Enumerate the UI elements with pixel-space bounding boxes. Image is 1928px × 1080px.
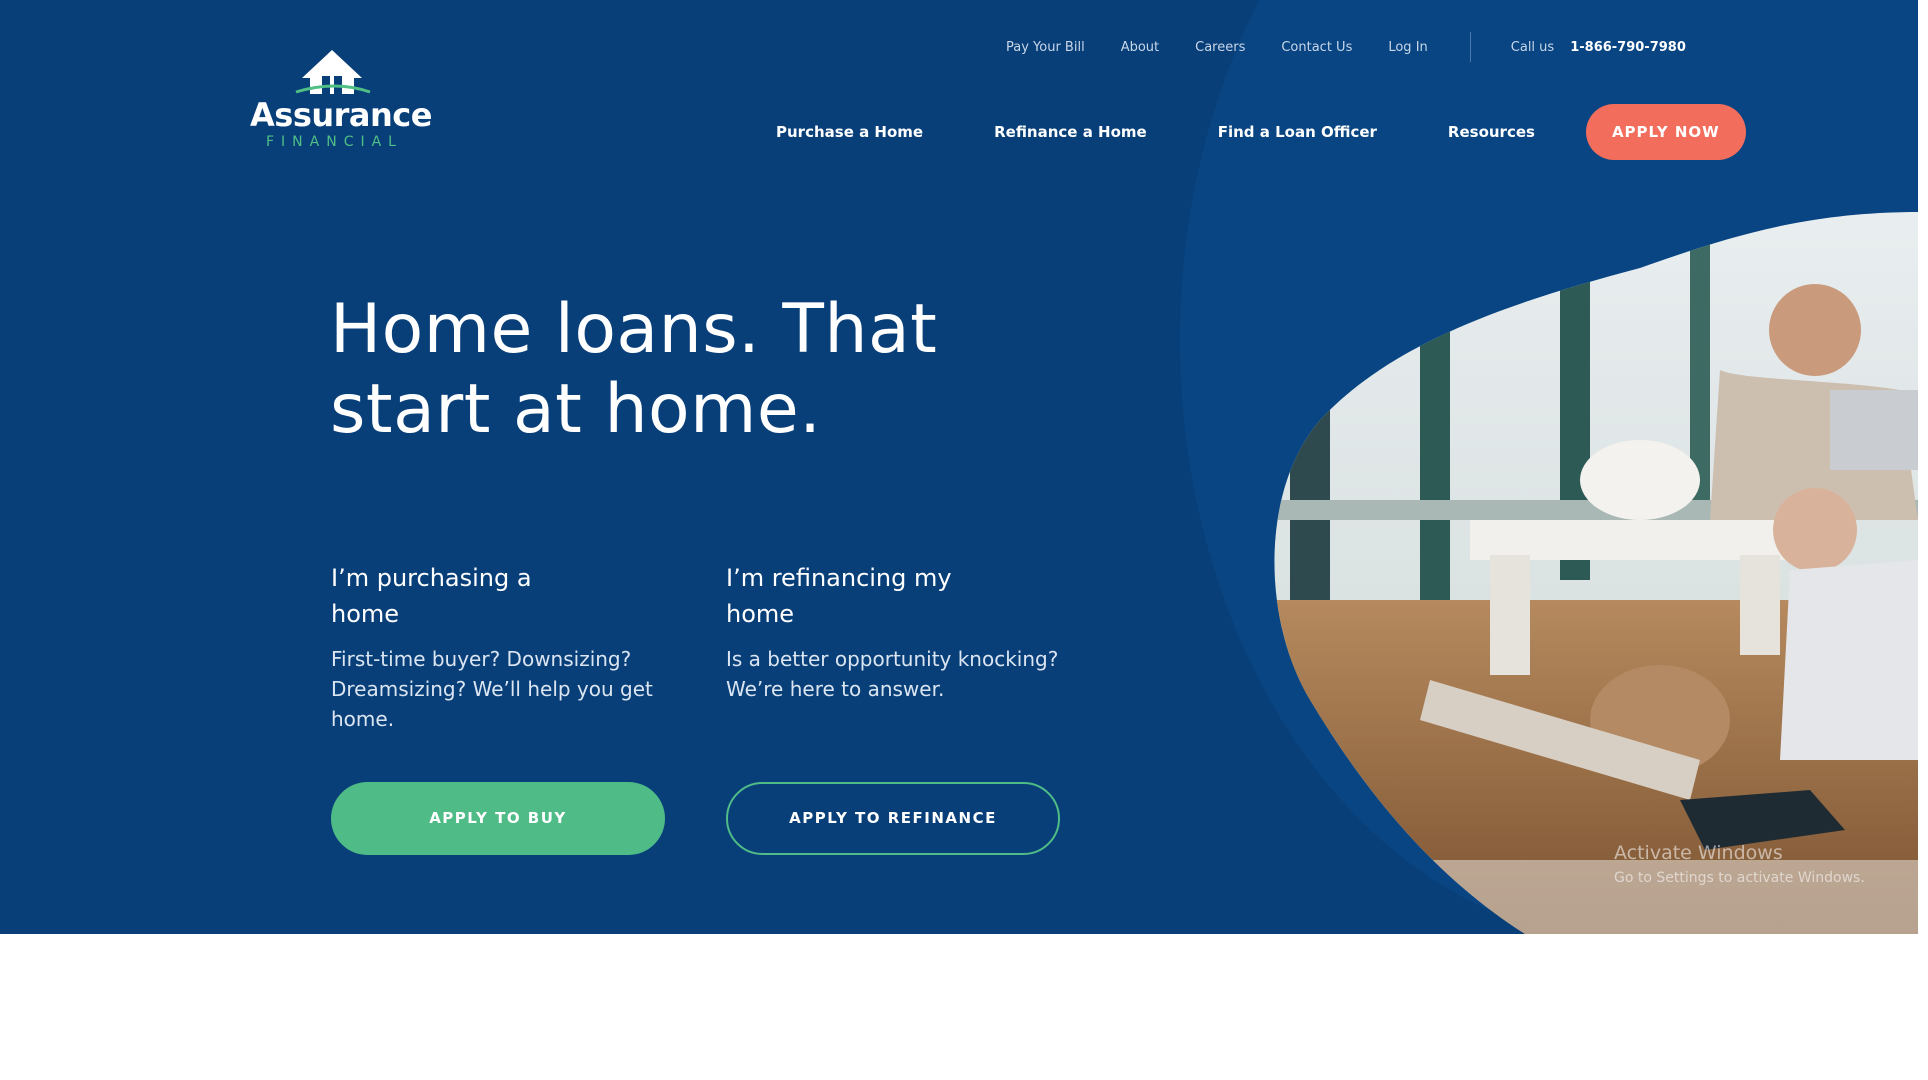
headline-line-2: start at home. — [330, 370, 822, 449]
call-label: Call us — [1510, 39, 1555, 55]
purchase-body: First-time buyer? Downsizing? Dreamsizin… — [331, 647, 653, 731]
nav-purchase-home[interactable]: Purchase a Home — [776, 123, 923, 141]
util-link-pay-bill[interactable]: Pay Your Bill — [1006, 40, 1085, 55]
nav-divider — [1469, 32, 1471, 62]
util-link-login[interactable]: Log In — [1388, 40, 1427, 55]
logo-subtitle: FINANCIAL — [266, 134, 403, 150]
main-nav: Purchase a Home Refinance a Home Find a … — [776, 104, 1746, 160]
nav-refinance-home[interactable]: Refinance a Home — [994, 123, 1147, 141]
logo-wordmark: Assurance — [250, 96, 432, 134]
nav-resources[interactable]: Resources — [1448, 123, 1535, 141]
purchase-title: I’m purchasing a home — [331, 564, 532, 628]
apply-to-buy-button[interactable]: APPLY TO BUY — [331, 782, 665, 855]
refinance-title: I’m refinancing my home — [726, 564, 952, 628]
refinance-column: I’m refinancing my home Is a better oppo… — [726, 560, 1086, 704]
house-icon — [295, 50, 371, 94]
hero-section: Assurance FINANCIAL Pay Your Bill About … — [0, 0, 1918, 934]
nav-find-loan-officer[interactable]: Find a Loan Officer — [1218, 123, 1377, 141]
watermark-title: Activate Windows — [1614, 842, 1783, 864]
phone-number[interactable]: 1-866-790-7980 — [1570, 40, 1686, 55]
refinance-body: Is a better opportunity knocking? We’re … — [726, 647, 1059, 701]
util-link-about[interactable]: About — [1121, 40, 1159, 55]
utility-nav: Pay Your Bill About Careers Contact Us L… — [1006, 32, 1686, 62]
headline-line-1: Home loans. That — [330, 290, 938, 369]
util-link-contact[interactable]: Contact Us — [1281, 40, 1352, 55]
apply-to-refinance-button[interactable]: APPLY TO REFINANCE — [726, 782, 1060, 855]
util-link-careers[interactable]: Careers — [1195, 40, 1245, 55]
assurance-logo[interactable]: Assurance FINANCIAL — [250, 48, 432, 150]
activate-windows-watermark: Activate Windows Go to Settings to activ… — [1614, 842, 1865, 886]
watermark-subtitle: Go to Settings to activate Windows. — [1614, 870, 1865, 886]
apply-now-button[interactable]: APPLY NOW — [1585, 104, 1746, 160]
hero-headline: Home loans. That start at home. — [330, 290, 1030, 450]
purchase-column: I’m purchasing a home First-time buyer? … — [331, 560, 691, 734]
